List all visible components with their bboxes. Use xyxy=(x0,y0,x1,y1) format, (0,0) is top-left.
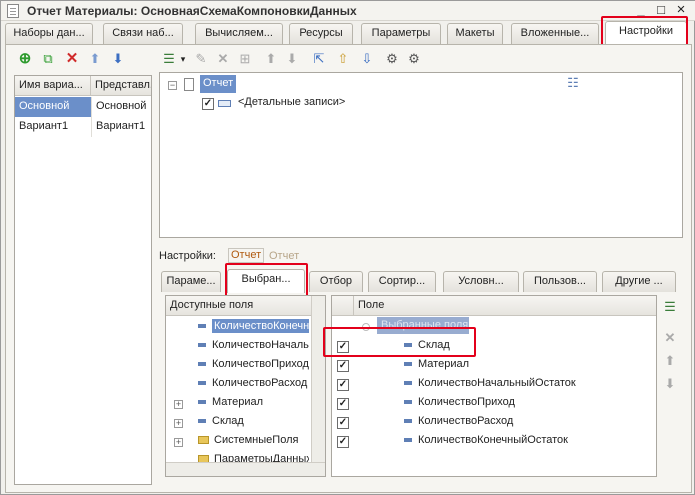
delete-icon[interactable]: ✕ xyxy=(215,51,231,67)
available-fields-tree: Доступные поля КоличествоКонечный Количе… xyxy=(165,295,326,477)
selected-field-item[interactable]: КоличествоПриход xyxy=(400,393,650,413)
variants-header-name[interactable]: Имя вариа... xyxy=(15,76,91,96)
available-field-item[interactable]: КоличествоПриход xyxy=(194,355,309,375)
report-window: Отчет Материалы: ОсновнаяСхемаКомпоновки… xyxy=(0,0,695,495)
field-icon xyxy=(198,419,206,424)
variant-name-cell[interactable]: Основной xyxy=(15,97,91,117)
folder-icon xyxy=(198,436,209,445)
available-fields-header: Доступные поля xyxy=(166,296,311,316)
tab-links[interactable]: Связи наб... xyxy=(103,23,183,44)
variants-table: Имя вариа... Представл... Основной Основ… xyxy=(14,75,152,485)
add-field-icon[interactable]: ☰ xyxy=(662,299,678,315)
settings-down-icon[interactable]: ⇩ xyxy=(359,51,375,67)
field-settings-icon[interactable]: ⚙ xyxy=(384,51,400,67)
selected-field-item[interactable]: КоличествоНачальныйОстаток xyxy=(400,374,650,394)
expand-icon[interactable]: + xyxy=(174,438,183,447)
tab-other[interactable]: Другие ... xyxy=(602,271,676,292)
tab-params[interactable]: Параме... xyxy=(161,271,221,292)
top-tab-bar: Наборы дан... Связи наб... Вычисляем... … xyxy=(5,21,693,45)
tab-datasets[interactable]: Наборы дан... xyxy=(5,23,93,44)
selected-field-item[interactable]: КоличествоРасход xyxy=(400,412,650,432)
tab-resources[interactable]: Ресурсы xyxy=(289,23,353,44)
group-icon[interactable]: ⊞ xyxy=(237,51,253,67)
settings-up-icon[interactable]: ⇧ xyxy=(335,51,351,67)
field-icon xyxy=(198,400,206,405)
tab-nested[interactable]: Вложенные... xyxy=(511,23,599,44)
selected-field-item[interactable]: Материал xyxy=(400,355,650,375)
copy-variant-icon[interactable]: ⧉ xyxy=(40,51,56,67)
selected-field-item[interactable]: КоличествоКонечныйОстаток xyxy=(400,431,650,451)
settings-label: Настройки: xyxy=(159,250,216,262)
options-icon[interactable]: ⚙ xyxy=(406,51,422,67)
tab-filter[interactable]: Отбор xyxy=(309,271,363,292)
field-checkbox[interactable]: ✓ xyxy=(337,417,349,429)
move-down-icon[interactable]: ⬇ xyxy=(284,51,300,67)
structure-detail-records[interactable]: <Детальные записи> xyxy=(234,93,434,113)
move-up-icon[interactable]: ⬆ xyxy=(263,51,279,67)
tab-layouts[interactable]: Макеты xyxy=(447,23,503,44)
folder-icon xyxy=(198,455,209,462)
variant-repr-cell[interactable]: Основной xyxy=(91,97,151,117)
move-up-icon[interactable]: ⬆ xyxy=(662,353,678,369)
expand-icon[interactable]: + xyxy=(174,419,183,428)
field-icon xyxy=(404,362,412,367)
available-field-item[interactable]: КоличествоРасход xyxy=(194,374,309,394)
field-checkbox[interactable]: ✓ xyxy=(337,398,349,410)
tab-parameters[interactable]: Параметры xyxy=(361,23,441,44)
checkbox-column-header xyxy=(332,296,354,316)
field-icon xyxy=(404,400,412,405)
structure-tree: − Отчет ✓ <Детальные записи> ☷ xyxy=(159,72,683,238)
field-checkbox[interactable]: ✓ xyxy=(337,379,349,391)
field-icon xyxy=(198,343,206,348)
settings-link-report[interactable]: Отчет xyxy=(228,248,265,263)
variant-name-cell[interactable]: Вариант1 xyxy=(15,117,91,137)
available-field-item[interactable]: КоличествоНачальный xyxy=(194,336,309,356)
variant-repr-cell[interactable]: Вариант1 xyxy=(91,117,151,137)
report-icon xyxy=(184,78,194,91)
vertical-scrollbar[interactable] xyxy=(311,296,325,462)
field-icon xyxy=(198,362,206,367)
field-checkbox[interactable]: ✓ xyxy=(337,360,349,372)
delete-field-icon[interactable]: ✕ xyxy=(662,330,678,346)
available-field-item[interactable]: ПараметрыДанных xyxy=(194,450,309,462)
field-icon xyxy=(404,381,412,386)
available-field-item[interactable]: КоличествоКонечный xyxy=(194,317,309,337)
available-field-item[interactable]: Склад xyxy=(194,412,309,432)
tab-sort[interactable]: Сортир... xyxy=(368,271,436,292)
structure-root[interactable]: Отчет xyxy=(200,75,236,93)
field-icon xyxy=(404,419,412,424)
horizontal-scrollbar[interactable] xyxy=(166,462,325,476)
layout-icon[interactable]: ☷ xyxy=(565,75,581,91)
move-down-icon[interactable]: ⬇ xyxy=(110,51,126,67)
tab-calculated[interactable]: Вычисляем... xyxy=(195,23,283,44)
document-icon xyxy=(7,4,19,18)
tab-user[interactable]: Пользов... xyxy=(523,271,597,292)
detail-records-icon xyxy=(218,100,231,107)
dropdown-arrow-icon[interactable]: ▾ xyxy=(175,51,191,67)
expand-icon[interactable]: + xyxy=(174,400,183,409)
title-bar: Отчет Материалы: ОсновнаяСхемаКомпоновки… xyxy=(1,1,695,21)
field-icon xyxy=(404,438,412,443)
selected-fields-table: Поле Выбранные поля ✓ Склад ✓ Материал ✓… xyxy=(331,295,657,477)
add-variant-icon[interactable]: ⊕ xyxy=(17,51,33,67)
delete-variant-icon[interactable]: ✕ xyxy=(64,51,80,67)
field-icon xyxy=(198,381,206,386)
highlight-selected-fields-tab xyxy=(225,263,308,299)
move-down-icon[interactable]: ⬇ xyxy=(662,376,678,392)
available-field-item[interactable]: Материал xyxy=(194,393,309,413)
edit-icon[interactable]: ✎ xyxy=(193,51,209,67)
collapse-icon[interactable]: − xyxy=(168,81,177,90)
level-icon[interactable]: ⇱ xyxy=(311,51,327,67)
field-icon xyxy=(198,324,206,329)
tab-conditional[interactable]: Условн... xyxy=(443,271,519,292)
move-up-icon[interactable]: ⬆ xyxy=(87,51,103,67)
available-field-item[interactable]: СистемныеПоля xyxy=(194,431,309,451)
settings-link-report-secondary[interactable]: Отчет xyxy=(269,250,299,263)
detail-records-checkbox[interactable]: ✓ xyxy=(202,98,214,110)
variants-header-repr[interactable]: Представл... xyxy=(91,76,151,96)
field-checkbox[interactable]: ✓ xyxy=(337,436,349,448)
highlight-warehouse-field xyxy=(323,327,476,357)
window-title: Отчет Материалы: ОсновнаяСхемаКомпоновки… xyxy=(27,4,357,18)
selected-fields-header: Поле xyxy=(354,296,656,316)
